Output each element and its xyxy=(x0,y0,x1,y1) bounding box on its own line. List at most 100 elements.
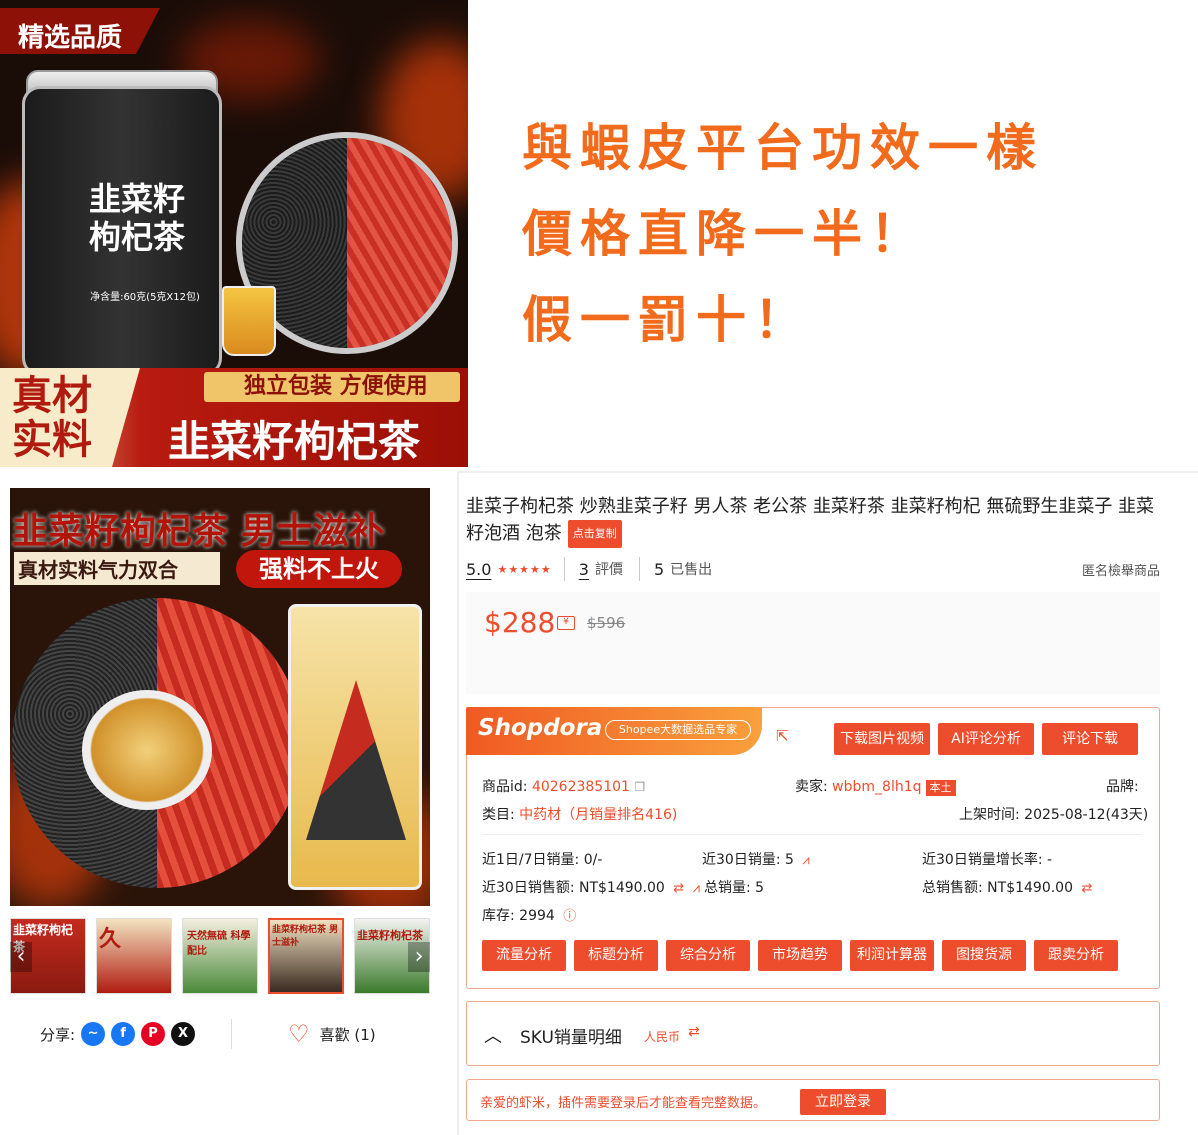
rating-row: 5.0 ★★★★★ 3 評價 5 已售出 匿名檢舉商品 xyxy=(466,556,1160,582)
chevron-right-icon[interactable]: › xyxy=(408,942,430,972)
follow-sell-analysis-button[interactable]: 跟卖分析 xyxy=(1034,940,1118,971)
stat-value: 0/- xyxy=(583,852,603,868)
stat-growth-30: 近30日销量增长率: - xyxy=(922,849,1052,869)
slogan-line: 假一罰十！ xyxy=(522,291,812,349)
stat-value: 5 xyxy=(784,852,794,868)
thumbnail-active[interactable]: 韭菜籽枸杞茶 男士滋补 xyxy=(268,918,344,994)
main-image-subtitle: 真材实料气力双合 xyxy=(14,552,220,585)
title-analysis-button[interactable]: 标题分析 xyxy=(574,940,658,971)
jar-label: 韭菜籽枸杞茶 xyxy=(88,180,185,256)
currency-label: 人民币 xyxy=(644,1030,681,1044)
chevron-up-icon[interactable]: ︿ xyxy=(484,1022,502,1048)
quality-tag: 精选品质 xyxy=(0,8,160,54)
brand-label: 品牌: xyxy=(1106,779,1139,795)
listed-value: 2025-08-12(43天) xyxy=(1024,807,1149,823)
shopdora-logo: Shopdora xyxy=(478,715,603,741)
ribbon-left-text: 真材实料 xyxy=(12,372,92,463)
local-tag: 本土 xyxy=(925,780,956,796)
slogan-line: 與蝦皮平台功效一樣 xyxy=(522,119,1044,177)
stat-label: 近30日销售额: xyxy=(482,880,575,896)
login-button[interactable]: 立即登录 xyxy=(800,1089,886,1115)
seller-row: 卖家: wbbm_8lh1q 本土 xyxy=(795,776,956,796)
trend-chart-icon[interactable]: ⩘ xyxy=(693,881,700,896)
heart-icon[interactable]: ♡ xyxy=(288,1020,310,1048)
stat-value: 5 xyxy=(755,880,765,896)
stat-value: 2994 xyxy=(519,908,555,924)
stat-revenue-30: 近30日销售额: NT$1490.00 ⇄ ⩘ xyxy=(482,877,700,897)
image-source-button[interactable]: 图搜货源 xyxy=(942,940,1026,971)
ai-review-analysis-button[interactable]: AI评论分析 xyxy=(938,723,1034,755)
divider xyxy=(563,557,565,581)
messenger-icon[interactable]: ~ xyxy=(81,1022,106,1046)
profit-calculator-button[interactable]: 利润计算器 xyxy=(850,940,934,971)
sku-title: SKU销量明细 xyxy=(520,1028,622,1048)
x-icon[interactable]: X xyxy=(171,1022,196,1046)
stat-label: 总销售额: xyxy=(922,880,983,896)
copy-title-button[interactable]: 点击复制 xyxy=(567,520,622,548)
shopdora-badge: Shopee大数据选品专家 xyxy=(605,720,751,740)
stat-label: 库存: xyxy=(482,908,515,924)
info-icon[interactable]: ⓘ xyxy=(563,909,576,924)
category-row: 类目: 中药材（月销量排名416) xyxy=(482,804,677,824)
current-price: $288 xyxy=(484,606,556,639)
stat-total-sales: 总销量: 5 xyxy=(704,877,764,897)
listed-label: 上架时间: xyxy=(959,807,1020,823)
thumbnail[interactable]: 天然無硫 科學配比 xyxy=(182,918,258,994)
external-link-icon[interactable]: ⇱ xyxy=(776,728,792,744)
trend-chart-icon[interactable]: ⩘ xyxy=(802,853,809,868)
stat-stock: 库存: 2994 ⓘ xyxy=(482,905,576,925)
stat-value: - xyxy=(1046,852,1053,868)
main-image-title: 韭菜籽枸杞茶 男士滋补 xyxy=(12,510,385,552)
thumbnail-caption: 天然無硫 科學配比 xyxy=(187,931,251,957)
seller-label: 卖家: xyxy=(795,779,828,795)
stat-label: 近30日销量: xyxy=(702,852,781,868)
share-label: 分享: xyxy=(40,1025,76,1044)
reviews-count[interactable]: 3 xyxy=(579,560,589,579)
review-download-button[interactable]: 评论下载 xyxy=(1042,723,1138,755)
thumbnail-caption: 久 xyxy=(99,927,122,952)
page: 精选品质 韭菜籽枸杞茶 净含量:60克(5克X12包) 真材实料 独立包装 方便… xyxy=(0,0,1198,1135)
divider xyxy=(638,557,640,581)
item-id-value[interactable]: 40262385101 xyxy=(532,779,630,795)
swap-icon[interactable]: ⇄ xyxy=(688,1024,700,1040)
coupon-icon[interactable]: ¥ xyxy=(557,616,575,630)
stat-total-revenue: 总销售额: NT$1490.00 ⇄ xyxy=(922,877,1092,897)
original-price: $596 xyxy=(587,614,626,632)
category-label: 类目: xyxy=(482,807,515,823)
rating-value[interactable]: 5.0 xyxy=(466,560,491,579)
listed-row: 上架时间: 2025-08-12(43天) xyxy=(959,804,1148,824)
chevron-left-icon[interactable]: ‹ xyxy=(10,942,32,972)
login-message: 亲爱的虾米，插件需要登录后才能查看完整数据。 xyxy=(480,1096,767,1111)
item-id-row: 商品id: 40262385101 ❐ xyxy=(482,776,645,796)
pinterest-icon[interactable]: P xyxy=(141,1022,166,1046)
star-rating-icon: ★★★★★ xyxy=(497,562,552,576)
overall-analysis-button[interactable]: 综合分析 xyxy=(666,940,750,971)
reviews-label: 評價 xyxy=(594,562,623,578)
tea-cup xyxy=(222,286,276,356)
copy-icon[interactable]: ❐ xyxy=(634,780,645,794)
report-link[interactable]: 匿名檢舉商品 xyxy=(1082,560,1160,579)
product-title: 韭菜子枸杞茶 炒熟韭菜子籽 男人茶 老公茶 韭菜籽茶 韭菜籽枸杞 無硫野生韭菜子… xyxy=(466,494,1166,548)
download-media-button[interactable]: 下载图片视频 xyxy=(834,723,930,755)
category-value[interactable]: 中药材（月销量排名416) xyxy=(519,807,677,823)
swap-icon[interactable]: ⇄ xyxy=(673,881,684,896)
market-trend-button[interactable]: 市场趋势 xyxy=(758,940,842,971)
seller-value[interactable]: wbbm_8lh1q xyxy=(832,779,921,795)
stat-label: 近1日/7日销量: xyxy=(482,852,580,868)
stat-value: NT$1490.00 xyxy=(987,880,1073,896)
price-box xyxy=(466,592,1160,694)
slogan-line: 價格直降一半！ xyxy=(522,205,928,263)
goji-half xyxy=(347,138,452,348)
divider xyxy=(482,834,1142,835)
traffic-analysis-button[interactable]: 流量分析 xyxy=(482,940,566,971)
swap-icon[interactable]: ⇄ xyxy=(1081,881,1092,896)
sold-count: 5 xyxy=(653,559,665,579)
stat-sales-30: 近30日销量: 5 ⩘ xyxy=(702,849,810,869)
thumbnail-caption: 韭菜籽枸杞茶 男士滋补 xyxy=(272,925,339,948)
thumbnail[interactable]: 久 xyxy=(96,918,172,994)
sold-label: 已售出 xyxy=(670,562,713,578)
item-id-label: 商品id: xyxy=(482,779,528,795)
facebook-icon[interactable]: f xyxy=(111,1022,136,1046)
like-count[interactable]: 喜歡 (1) xyxy=(320,1024,376,1045)
ribbon-title: 韭菜籽枸杞茶 xyxy=(168,417,421,466)
